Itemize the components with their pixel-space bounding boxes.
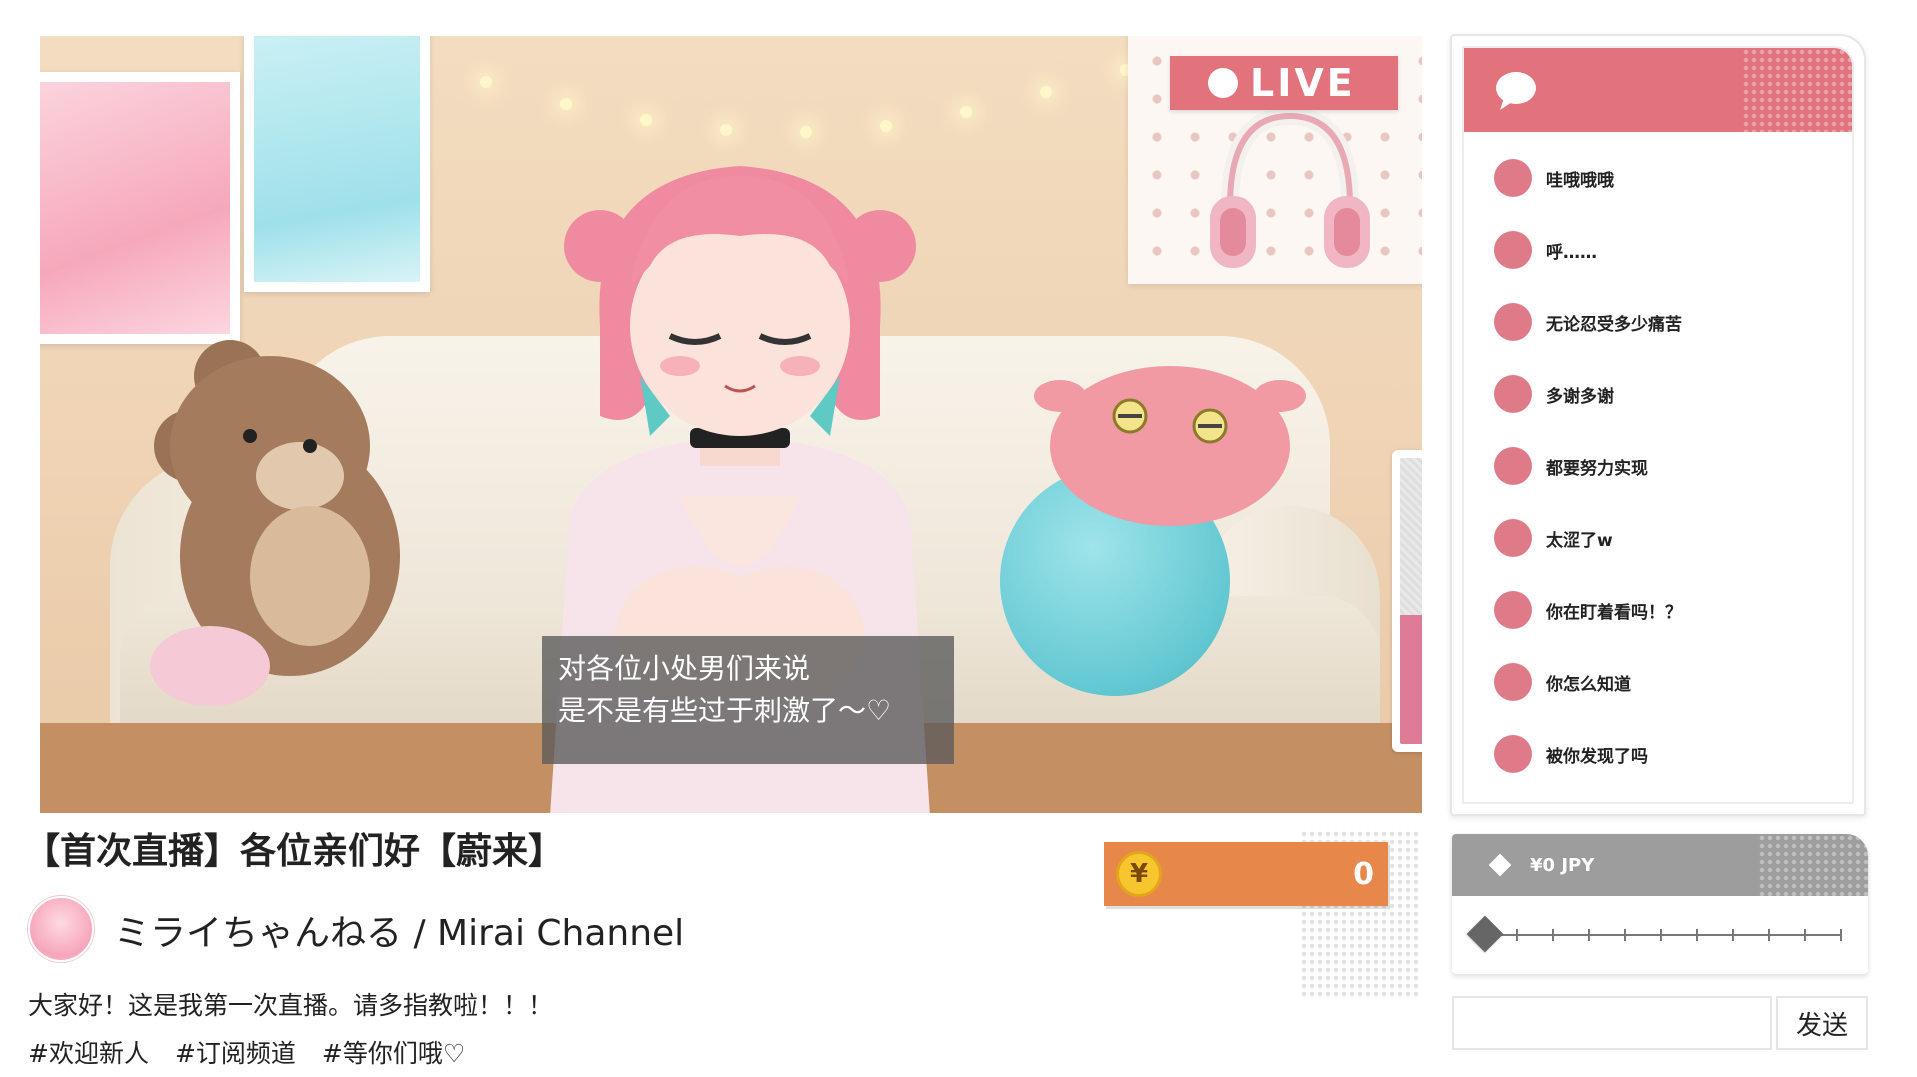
slider-tick bbox=[1840, 929, 1842, 941]
live-label: LIVE bbox=[1250, 61, 1356, 105]
hashtag[interactable]: #欢迎新人 bbox=[28, 1034, 149, 1070]
stream-description: 大家好！这是我第一次直播。请多指教啦！！！ bbox=[28, 991, 554, 1020]
chat-user-avatar bbox=[1494, 591, 1532, 629]
chat-message-text: 你在盯着看吗！？ bbox=[1546, 602, 1682, 623]
hashtag[interactable]: #订阅频道 bbox=[175, 1034, 296, 1070]
subtitle-line-1: 对各位小处男们来说 bbox=[558, 652, 811, 685]
chat-user-avatar bbox=[1494, 231, 1532, 269]
chat-user-avatar bbox=[1494, 159, 1532, 197]
coin-counter: ¥ 0 bbox=[1104, 842, 1388, 906]
wall-poster-left bbox=[40, 72, 240, 344]
hashtag-list: #欢迎新人 #订阅频道 #等你们哦♡ bbox=[28, 1034, 465, 1070]
chat-user-avatar bbox=[1494, 519, 1532, 557]
chat-header bbox=[1464, 48, 1852, 132]
diamond-icon bbox=[1488, 853, 1512, 877]
send-button[interactable]: 发送 bbox=[1776, 996, 1868, 1050]
slider-tick bbox=[1804, 929, 1806, 941]
chat-panel: 哇哦哦哦 呼…… 无论忍受多少痛苦 多谢多谢 都要努力实现 太涩了w 你在盯着看… bbox=[1450, 34, 1866, 816]
slider-tick bbox=[1660, 929, 1662, 941]
channel-name[interactable]: ミライちゃんねる / Mirai Channel bbox=[114, 904, 684, 956]
chat-message: 哇哦哦哦 bbox=[1464, 142, 1852, 214]
chat-message: 多谢多谢 bbox=[1464, 358, 1852, 430]
chat-message-text: 都要努力实现 bbox=[1546, 458, 1648, 479]
chat-message-text: 你怎么知道 bbox=[1546, 674, 1631, 695]
chat-message-text: 哇哦哦哦 bbox=[1546, 170, 1614, 191]
chat-user-avatar bbox=[1494, 735, 1532, 773]
chat-message-text: 太涩了w bbox=[1546, 530, 1613, 551]
chat-message: 太涩了w bbox=[1464, 502, 1852, 574]
coin-count: 0 bbox=[1353, 856, 1374, 892]
slider-tick bbox=[1732, 929, 1734, 941]
yen-coin-icon: ¥ bbox=[1116, 851, 1162, 897]
tip-header: ¥0 JPY bbox=[1452, 834, 1868, 896]
chat-message-list[interactable]: 哇哦哦哦 呼…… 无论忍受多少痛苦 多谢多谢 都要努力实现 太涩了w 你在盯着看… bbox=[1464, 132, 1852, 790]
excitement-meter bbox=[1392, 450, 1422, 752]
chat-message-text: 被你发现了吗 bbox=[1546, 746, 1648, 767]
chat-message: 你在盯着看吗！？ bbox=[1464, 574, 1852, 646]
channel-avatar[interactable] bbox=[28, 896, 94, 962]
chat-message-text: 无论忍受多少痛苦 bbox=[1546, 314, 1682, 335]
chat-message: 被你发现了吗 bbox=[1464, 718, 1852, 790]
speech-bubble-icon bbox=[1496, 72, 1536, 110]
chat-message-text: 多谢多谢 bbox=[1546, 386, 1614, 407]
chat-user-avatar bbox=[1494, 375, 1532, 413]
chat-user-avatar bbox=[1494, 303, 1532, 341]
octopus-plush bbox=[1034, 366, 1306, 526]
slider-tick bbox=[1624, 929, 1626, 941]
hashtag[interactable]: #等你们哦♡ bbox=[322, 1034, 465, 1070]
dialogue-subtitle[interactable]: 对各位小处男们来说 是不是有些过于刺激了～♡ bbox=[542, 636, 954, 764]
chat-message: 呼…… bbox=[1464, 214, 1852, 286]
slider-tick bbox=[1516, 929, 1518, 941]
headphones-icon bbox=[1210, 106, 1370, 268]
chat-user-avatar bbox=[1494, 663, 1532, 701]
teddy-bear bbox=[150, 340, 400, 706]
slider-tick bbox=[1696, 929, 1698, 941]
chat-message: 你怎么知道 bbox=[1464, 646, 1852, 718]
chat-message-text: 呼…… bbox=[1546, 242, 1597, 263]
meter-fill bbox=[1400, 615, 1422, 744]
slider-tick bbox=[1552, 929, 1554, 941]
tip-panel: ¥0 JPY bbox=[1452, 834, 1868, 974]
chat-message-input[interactable] bbox=[1452, 996, 1772, 1050]
wall-poster-center bbox=[244, 36, 430, 292]
slider-thumb[interactable] bbox=[1466, 915, 1504, 953]
chat-message: 都要努力实现 bbox=[1464, 430, 1852, 502]
subtitle-line-2: 是不是有些过于刺激了～♡ bbox=[558, 694, 892, 727]
chat-message: 无论忍受多少痛苦 bbox=[1464, 286, 1852, 358]
tip-amount: ¥0 JPY bbox=[1530, 854, 1595, 876]
stream-title: 【首次直播】各位亲们好【蔚来】 bbox=[24, 831, 565, 872]
stream-view: LIVE 对各位小处男们来说 是不是有些过于刺激了～♡ bbox=[40, 36, 1422, 813]
live-badge: LIVE bbox=[1170, 56, 1398, 110]
live-dot-icon bbox=[1208, 68, 1238, 98]
tip-slider[interactable] bbox=[1466, 915, 1842, 953]
slider-tick bbox=[1768, 929, 1770, 941]
chat-user-avatar bbox=[1494, 447, 1532, 485]
meter-track bbox=[1400, 458, 1422, 744]
slider-tick bbox=[1588, 929, 1590, 941]
